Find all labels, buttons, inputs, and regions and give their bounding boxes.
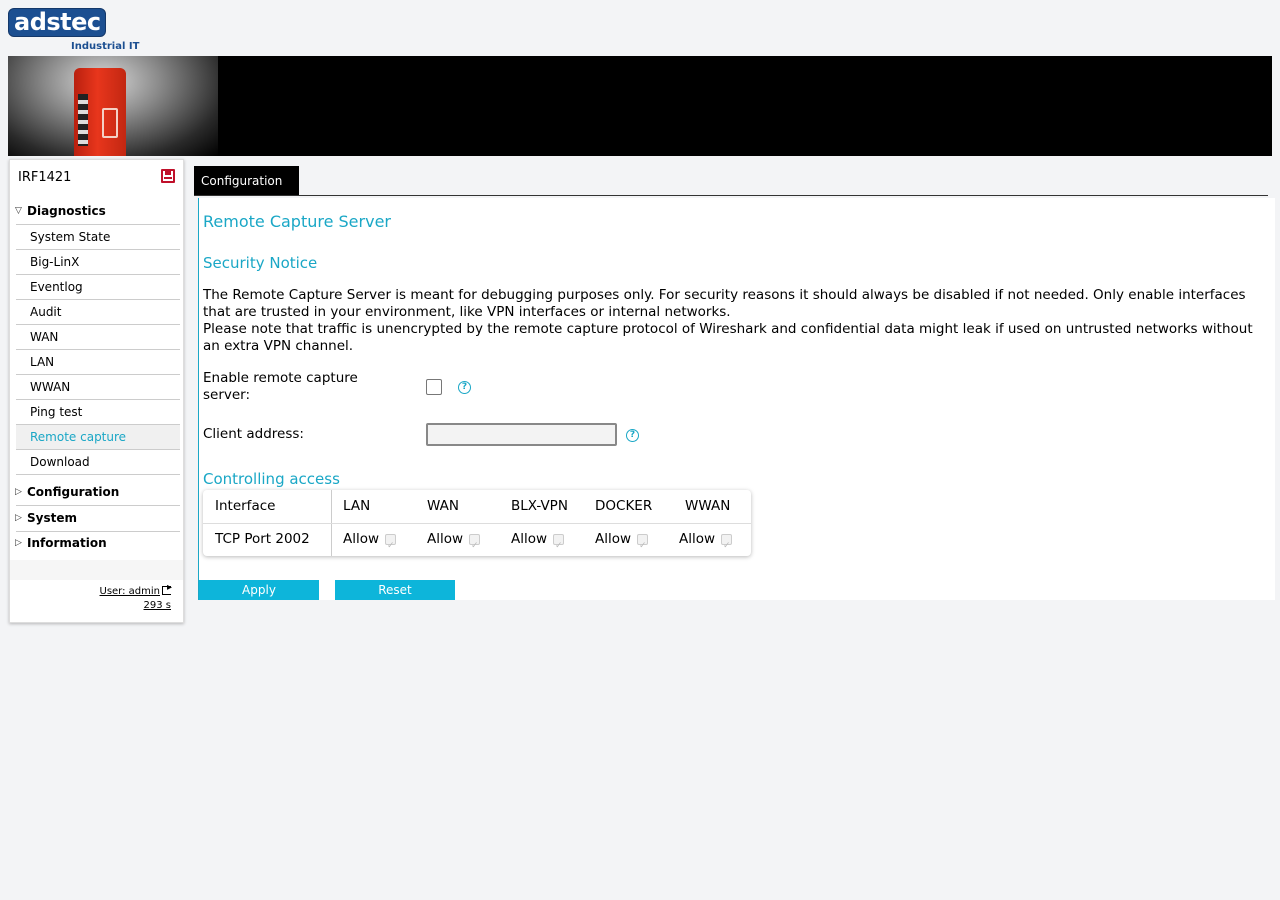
table-header: WWAN bbox=[685, 498, 731, 514]
security-notice-text: The Remote Capture Server is meant for d… bbox=[203, 287, 1271, 355]
apply-button[interactable]: Apply bbox=[199, 580, 319, 600]
allow-blx-vpn-cell: Allow bbox=[511, 523, 565, 563]
chevron-right-icon: ▷ bbox=[15, 487, 22, 497]
allow-wwan-checkbox bbox=[721, 530, 733, 563]
chevron-right-icon: ▷ bbox=[15, 513, 22, 523]
device-header: IRF1421 bbox=[10, 160, 183, 196]
allow-lan-cell: Allow bbox=[343, 523, 397, 563]
access-table: Interface LAN WAN BLX-VPN DOCKER WWAN TC… bbox=[203, 490, 751, 563]
logo-text: adstec bbox=[8, 8, 106, 37]
banner-image bbox=[8, 56, 218, 156]
allow-blx-vpn-checkbox bbox=[553, 530, 565, 563]
header-banner bbox=[8, 56, 1272, 156]
allow-wwan-cell: Allow bbox=[679, 523, 733, 563]
sidebar-nav: ▽ Diagnostics System State Big-LinX Even… bbox=[10, 196, 183, 560]
nav-section-information[interactable]: ▷ Information bbox=[14, 531, 180, 556]
sidebar-item-system-state[interactable]: System State bbox=[16, 225, 180, 250]
allow-label: Allow bbox=[427, 531, 464, 547]
nav-section-configuration[interactable]: ▷ Configuration bbox=[14, 480, 180, 505]
adstec-logo: adstec Industrial IT bbox=[8, 8, 140, 54]
help-icon[interactable]: ? bbox=[626, 429, 639, 442]
device-image bbox=[74, 68, 126, 156]
nav-section-label: Diagnostics bbox=[27, 204, 106, 218]
table-header: WAN bbox=[427, 498, 459, 514]
sidebar-item-download[interactable]: Download bbox=[16, 450, 180, 475]
device-name: IRF1421 bbox=[18, 170, 72, 185]
allow-lan-checkbox bbox=[385, 530, 397, 563]
nav-section-diagnostics[interactable]: ▽ Diagnostics bbox=[14, 199, 180, 224]
sidebar-item-remote-capture[interactable]: Remote capture bbox=[16, 425, 180, 450]
nav-section-label: Configuration bbox=[27, 485, 120, 499]
table-header: DOCKER bbox=[595, 498, 653, 514]
sidebar-item-lan[interactable]: LAN bbox=[16, 350, 180, 375]
session-timer[interactable]: 293 s bbox=[144, 600, 171, 611]
sidebar-item-ping-test[interactable]: Ping test bbox=[16, 400, 180, 425]
tab-divider bbox=[194, 195, 1268, 196]
allow-label: Allow bbox=[343, 531, 380, 547]
nav-section-label: System bbox=[27, 511, 77, 525]
logout-link[interactable]: User: admin bbox=[99, 582, 173, 597]
logo-tagline: Industrial IT bbox=[71, 41, 140, 52]
table-header: LAN bbox=[343, 498, 371, 514]
controlling-access-heading: Controlling access bbox=[203, 470, 340, 488]
tab-configuration[interactable]: Configuration bbox=[194, 166, 299, 196]
sidebar-item-audit[interactable]: Audit bbox=[16, 300, 180, 325]
enable-capture-label: Enable remote capture server: bbox=[203, 370, 358, 403]
allow-label: Allow bbox=[511, 531, 548, 547]
page-title: Remote Capture Server bbox=[203, 212, 391, 231]
chevron-down-icon: ▽ bbox=[15, 206, 22, 216]
logout-icon bbox=[162, 582, 172, 595]
allow-wan-checkbox bbox=[469, 530, 481, 563]
client-address-label: Client address: bbox=[203, 426, 304, 442]
main-content: Remote Capture Server Security Notice Th… bbox=[198, 198, 1275, 600]
allow-docker-checkbox bbox=[637, 530, 649, 563]
allow-wan-cell: Allow bbox=[427, 523, 481, 563]
security-notice-heading: Security Notice bbox=[203, 254, 318, 272]
sidebar-item-wan[interactable]: WAN bbox=[16, 325, 180, 350]
sidebar-item-wwan[interactable]: WWAN bbox=[16, 375, 180, 400]
allow-label: Allow bbox=[595, 531, 632, 547]
sidebar-footer: User: admin 293 s bbox=[10, 580, 183, 622]
notice-paragraph: The Remote Capture Server is meant for d… bbox=[203, 287, 1246, 320]
row-label: TCP Port 2002 bbox=[215, 531, 310, 547]
reset-button[interactable]: Reset bbox=[335, 580, 455, 600]
allow-label: Allow bbox=[679, 531, 716, 547]
allow-docker-cell: Allow bbox=[595, 523, 649, 563]
sidebar-item-big-linx[interactable]: Big-LinX bbox=[16, 250, 180, 275]
help-icon[interactable]: ? bbox=[458, 381, 471, 394]
table-header: BLX-VPN bbox=[511, 498, 568, 514]
user-label: User: admin bbox=[99, 586, 161, 597]
client-address-input[interactable] bbox=[426, 423, 617, 446]
notice-paragraph: Please note that traffic is unencrypted … bbox=[203, 321, 1253, 354]
table-header: Interface bbox=[215, 498, 276, 514]
nav-section-system[interactable]: ▷ System bbox=[14, 506, 180, 531]
sidebar-item-eventlog[interactable]: Eventlog bbox=[16, 275, 180, 300]
sidebar: IRF1421 ▽ Diagnostics System State Big-L… bbox=[9, 159, 184, 623]
nav-section-label: Information bbox=[27, 536, 107, 550]
save-icon[interactable] bbox=[161, 169, 175, 183]
chevron-right-icon: ▷ bbox=[15, 538, 22, 548]
enable-capture-checkbox[interactable] bbox=[426, 379, 442, 395]
